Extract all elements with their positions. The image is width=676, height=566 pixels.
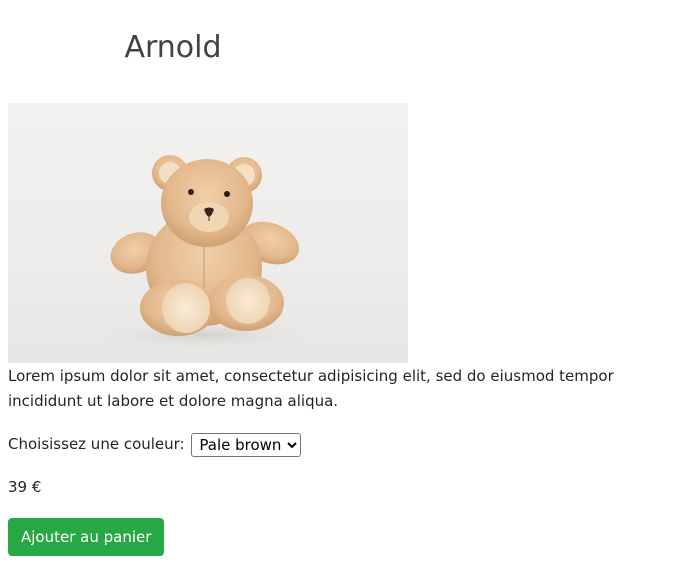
color-select[interactable]: Pale brown — [191, 432, 302, 457]
product-description: Lorem ipsum dolor sit amet, consectetur … — [8, 367, 614, 410]
add-to-cart-button[interactable]: Ajouter au panier — [8, 518, 165, 556]
product-title: Arnold — [124, 30, 222, 65]
color-picker-row: Choisissez une couleur: Pale brown — [8, 432, 302, 457]
product-price: 39 € — [8, 478, 42, 496]
product-image — [8, 103, 408, 363]
teddy-bear-illustration — [88, 155, 318, 351]
color-label: Choisissez une couleur: — [8, 435, 185, 453]
